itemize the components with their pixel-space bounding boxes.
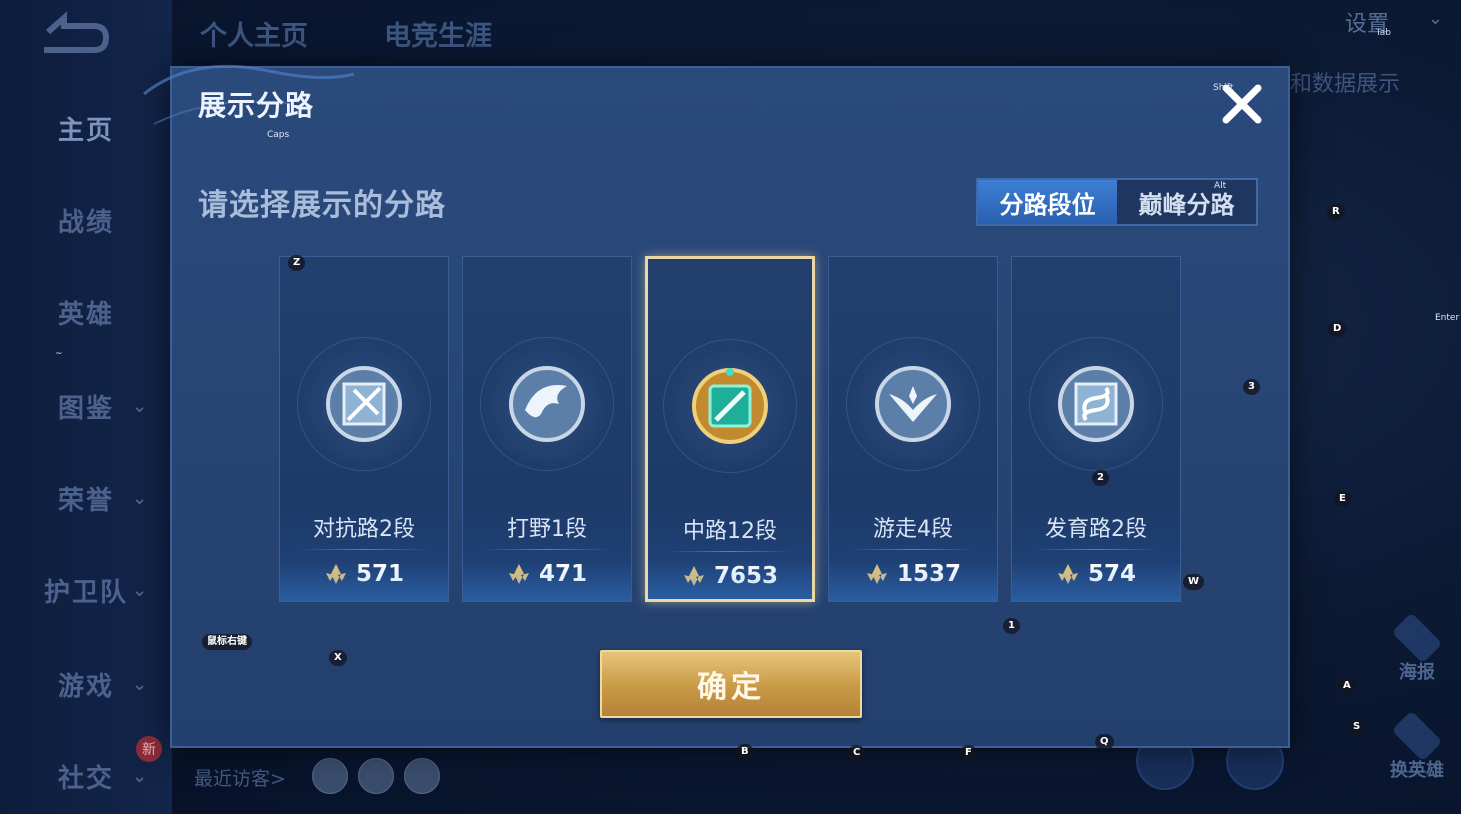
sidebar-item-guard[interactable]: 护卫队 ⌄ <box>0 560 172 620</box>
sidebar-item-heroes[interactable]: 英雄 <box>0 282 172 342</box>
key-hint-b: B <box>736 744 754 760</box>
key-hint-s: S <box>1348 719 1366 735</box>
back-arrow-icon[interactable] <box>34 10 114 54</box>
sidebar-item-gallery[interactable]: 图鉴 ⌄ <box>0 376 172 436</box>
lane-card-roam[interactable]: 游走4段 1537 <box>828 256 998 602</box>
key-hint-q: Q <box>1095 734 1114 750</box>
chevron-down-icon: ⌄ <box>132 395 150 417</box>
key-hint-r: R <box>1327 204 1345 220</box>
tab-profile[interactable]: 个人主页 <box>200 14 308 53</box>
key-hint-mouse-right: 鼠标右键 <box>202 634 252 650</box>
chevron-down-icon: ⌄ <box>132 765 150 787</box>
lane-rank-label: 对抗路2段 <box>313 517 415 542</box>
dragon-badge-icon <box>509 366 585 442</box>
key-hint-1: 1 <box>1003 618 1020 634</box>
key-hint-caps: Caps <box>267 130 290 140</box>
tab-key-hint: Tab <box>1375 28 1391 38</box>
lane-rank-label: 发育路2段 <box>1045 517 1147 542</box>
confirm-button[interactable]: 确定 <box>600 650 862 718</box>
lane-display-dialog: 展示分路 请选择展示的分路 分路段位 巅峰分路 对抗路2段 571 <box>143 64 1290 748</box>
tab-lane-rank[interactable]: 分路段位 <box>978 180 1117 224</box>
key-hint-enter: Enter <box>1435 313 1460 323</box>
tab-peak-lane[interactable]: 巅峰分路 <box>1117 180 1256 224</box>
key-hint-z: Z <box>288 255 306 271</box>
avatar[interactable] <box>312 758 348 794</box>
wings-badge-icon <box>875 366 951 442</box>
chevron-down-icon: ⌄ <box>132 673 150 695</box>
key-hint-f: F <box>960 745 977 761</box>
new-badge: 新 <box>136 736 162 762</box>
key-hint-x: X <box>329 650 347 666</box>
lane-card-top[interactable]: 对抗路2段 571 <box>279 256 449 602</box>
lane-rank-label: 打野1段 <box>507 517 587 542</box>
key-hint-tilde: ~ <box>55 349 63 359</box>
key-hint-shift: Shift <box>1213 83 1234 93</box>
poster-button[interactable]: 海报 <box>1387 612 1447 684</box>
key-hint-w: W <box>1183 574 1205 590</box>
sidebar-item-record[interactable]: 战绩 <box>0 190 172 250</box>
arrow-badge-icon <box>1058 366 1134 442</box>
key-hint-3: 3 <box>1243 379 1260 395</box>
chevron-down-icon: ⌄ <box>132 579 150 601</box>
lane-card-mid[interactable]: 中路12段 7653 <box>645 256 815 602</box>
lane-rank-label: 游走4段 <box>873 517 953 542</box>
chevron-down-icon[interactable]: ⌄ <box>1428 8 1443 29</box>
staff-badge-icon <box>692 368 768 444</box>
sidebar-item-game[interactable]: 游戏 ⌄ <box>0 654 172 714</box>
sidebar-item-honor[interactable]: 荣誉 ⌄ <box>0 468 172 528</box>
key-hint-d: D <box>1328 321 1347 337</box>
key-hint-2: 2 <box>1092 470 1109 486</box>
avatar[interactable] <box>358 758 394 794</box>
dialog-title: 展示分路 <box>198 89 315 122</box>
lane-card-jungle[interactable]: 打野1段 471 <box>462 256 632 602</box>
key-hint-a: A <box>1338 678 1356 694</box>
lane-card-bottom[interactable]: 发育路2段 574 <box>1011 256 1181 602</box>
key-hint-e: E <box>1334 491 1351 507</box>
key-hint-alt: Alt <box>1214 181 1227 191</box>
chevron-down-icon: ⌄ <box>132 487 150 509</box>
recent-visitors-link[interactable]: 最近访客> <box>194 764 286 791</box>
change-hero-button[interactable]: 换英雄 <box>1387 710 1447 782</box>
sword-badge-icon <box>326 366 402 442</box>
tab-esports[interactable]: 电竞生涯 <box>384 14 492 53</box>
lane-rank-label: 中路12段 <box>683 519 777 544</box>
data-display-label: 和数据展示 <box>1290 72 1401 97</box>
avatar[interactable] <box>404 758 440 794</box>
select-lane-prompt: 请选择展示的分路 <box>198 188 446 223</box>
